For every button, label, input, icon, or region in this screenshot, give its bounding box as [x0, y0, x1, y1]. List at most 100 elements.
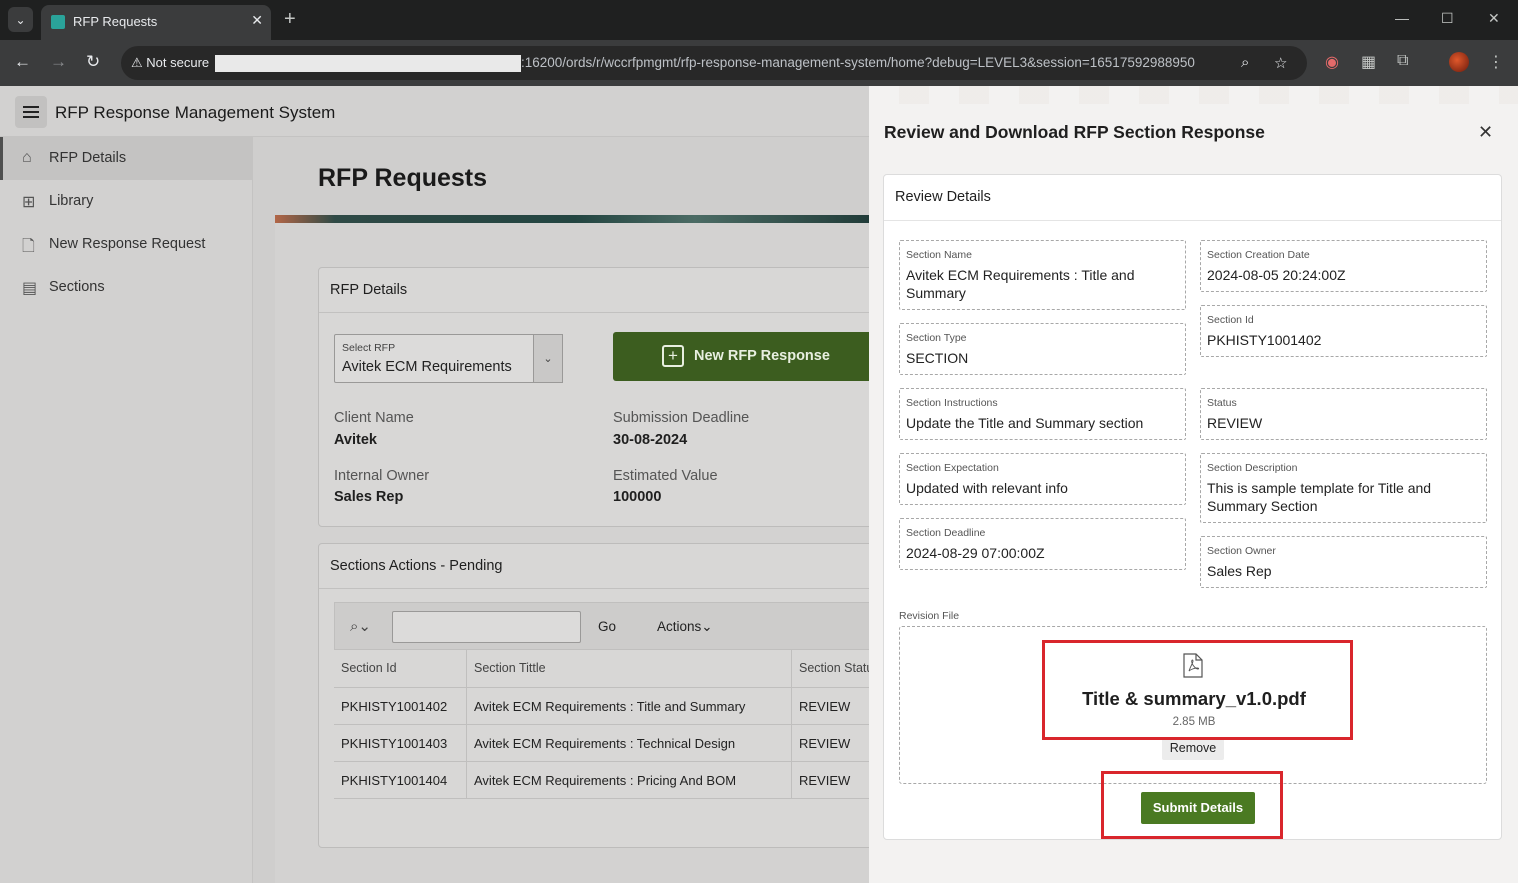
table-row[interactable]: PKHISTY1001403 Avitek ECM Requirements :… — [334, 724, 869, 762]
bookmark-star-icon[interactable]: ☆ — [1274, 54, 1287, 72]
field-label: Section Owner — [1207, 545, 1276, 557]
table-bottom-border — [334, 798, 869, 799]
browser-toolbar: ← → ↻ ⚠ Not secure :16200/ords/r/wccrfpm… — [0, 40, 1518, 86]
zoom-icon[interactable]: ⌕ — [1241, 54, 1249, 71]
field-value: Update the Title and Summary section — [906, 415, 1144, 431]
qr-code-icon[interactable]: ▦ — [1361, 52, 1376, 72]
minimize-icon[interactable]: — — [1395, 10, 1409, 26]
actions-label: Actions — [657, 619, 702, 634]
cell-section-status: REVIEW — [799, 773, 851, 788]
select-rfp-label: Select RFP — [342, 342, 396, 354]
field-label: Section Instructions — [906, 397, 998, 409]
cell-section-title: Avitek ECM Requirements : Pricing And BO… — [467, 762, 792, 799]
cell-section-title: Avitek ECM Requirements : Technical Desi… — [467, 725, 792, 762]
close-icon[interactable]: ✕ — [1478, 122, 1493, 143]
column-header[interactable]: Section Status — [792, 650, 869, 687]
field-label: Section Expectation — [906, 462, 999, 474]
close-window-icon[interactable]: ✕ — [1488, 10, 1500, 27]
not-secure-badge[interactable]: ⚠ Not secure — [131, 55, 209, 71]
not-secure-label: Not secure — [146, 55, 210, 70]
sidebar-item-new-response-request[interactable]: 🗋 New Response Request — [0, 223, 252, 266]
chevron-down-icon[interactable]: ⌄ — [533, 334, 563, 383]
cell-section-title: Avitek ECM Requirements : Title and Summ… — [467, 688, 792, 725]
actions-menu-button[interactable]: Actions⌄ — [657, 619, 713, 635]
cell-section-id: PKHISTY1001403 — [334, 725, 467, 762]
field-label: Section Deadline — [906, 527, 986, 539]
internal-owner-value: Sales Rep — [334, 489, 404, 505]
section-owner-field: Section Owner Sales Rep — [1200, 536, 1487, 588]
section-name-field: Section Name Avitek ECM Requirements : T… — [899, 240, 1186, 310]
tab-close-icon[interactable]: ✕ — [251, 12, 263, 29]
rfp-details-card: RFP Details Select RFP Avitek ECM Requir… — [318, 267, 869, 527]
browser-menu-icon[interactable]: ⋮ — [1488, 52, 1504, 72]
section-description-field: Section Description This is sample templ… — [1200, 453, 1487, 523]
field-value: Avitek ECM Requirements : Title and Summ… — [906, 267, 1135, 301]
field-label: Section Id — [1207, 314, 1254, 326]
select-rfp[interactable]: Select RFP Avitek ECM Requirements — [334, 334, 563, 383]
sidebar-item-label: Library — [49, 193, 94, 209]
divider — [884, 220, 1501, 221]
field-value: PKHISTY1001402 — [1207, 332, 1322, 348]
record-icon[interactable]: ◉ — [1325, 52, 1339, 72]
submit-highlight-box — [1101, 771, 1283, 839]
tab-search-button[interactable]: ⌄ — [8, 7, 33, 32]
new-document-icon: 🗋 — [22, 238, 35, 255]
library-icon: ⊞ — [22, 194, 36, 211]
url-text: :16200/ords/r/wccrfpmgmt/rfp-response-ma… — [521, 55, 1195, 70]
go-button[interactable]: Go — [598, 619, 616, 634]
client-name-value: Avitek — [334, 432, 377, 448]
table-row[interactable]: PKHISTY1001404 Avitek ECM Requirements :… — [334, 761, 869, 799]
sidebar-item-label: New Response Request — [49, 236, 206, 252]
plus-square-icon: + — [662, 345, 684, 367]
sidebar-item-sections[interactable]: ▤ Sections — [0, 266, 252, 309]
field-label: Status — [1207, 397, 1237, 409]
cell-section-id: PKHISTY1001404 — [334, 762, 467, 799]
profile-avatar[interactable] — [1449, 52, 1469, 72]
browser-tab-bar: ⌄ RFP Requests ✕ + — ☐ ✕ — [0, 0, 1518, 40]
field-value: 2024-08-29 07:00:00Z — [906, 545, 1045, 561]
submission-deadline-value: 30-08-2024 — [613, 432, 688, 448]
sidebar-item-rfp-details[interactable]: ⌂ RFP Details — [0, 137, 252, 180]
table-row[interactable]: PKHISTY1001402 Avitek ECM Requirements :… — [334, 687, 869, 725]
internal-owner-label: Internal Owner — [334, 468, 430, 484]
sidebar-item-library[interactable]: ⊞ Library — [0, 180, 252, 223]
new-tab-icon[interactable]: + — [284, 8, 296, 31]
back-icon[interactable]: ← — [14, 52, 31, 72]
sidebar: ⌂ RFP Details ⊞ Library 🗋 New Response R… — [0, 137, 253, 883]
card-title: Sections Actions - Pending — [330, 558, 503, 574]
new-rfp-response-label: New RFP Response — [694, 348, 830, 364]
remove-file-button[interactable]: Remove — [1162, 737, 1224, 760]
estimated-value-label: Estimated Value — [613, 468, 718, 484]
cell-section-status: REVIEW — [799, 699, 851, 714]
review-drawer: Review and Download RFP Section Response… — [869, 86, 1518, 883]
file-highlight-box — [1042, 640, 1353, 740]
extensions-icon[interactable]: ⧉ — [1397, 52, 1408, 70]
sections-actions-card: Sections Actions - Pending ⌕⌄ Go Actions… — [318, 543, 869, 848]
select-rfp-value: Avitek ECM Requirements — [342, 359, 512, 375]
field-label: Section Creation Date — [1207, 249, 1310, 261]
search-input[interactable] — [392, 611, 581, 643]
field-value: 2024-08-05 20:24:00Z — [1207, 267, 1346, 283]
browser-tab[interactable]: RFP Requests ✕ — [41, 5, 271, 40]
estimated-value-value: 100000 — [613, 489, 662, 505]
tab-title: RFP Requests — [73, 14, 158, 29]
app-window: RFP Response Management System ⌂ RFP Det… — [0, 86, 1518, 883]
section-deadline-field: Section Deadline 2024-08-29 07:00:00Z — [899, 518, 1186, 570]
column-header[interactable]: Section Tittle — [467, 650, 792, 687]
field-label: Section Description — [1207, 462, 1298, 474]
address-bar[interactable]: ⚠ Not secure :16200/ords/r/wccrfpmgmt/rf… — [121, 46, 1307, 80]
maximize-icon[interactable]: ☐ — [1441, 10, 1454, 27]
sidebar-item-label: Sections — [49, 279, 105, 295]
report-toolbar: ⌕⌄ Go Actions⌄ — [334, 602, 869, 650]
hamburger-menu-icon[interactable] — [15, 96, 47, 128]
new-rfp-response-button[interactable]: + New RFP Response — [613, 332, 869, 381]
drawer-decoration — [869, 86, 1518, 104]
field-value: REVIEW — [1207, 415, 1263, 431]
field-label: Section Name — [906, 249, 972, 261]
search-icon[interactable]: ⌕⌄ — [350, 617, 371, 635]
submission-deadline-label: Submission Deadline — [613, 410, 750, 426]
column-header[interactable]: Section Id — [334, 650, 467, 687]
forward-icon[interactable]: → — [50, 52, 67, 72]
divider — [319, 312, 869, 313]
reload-icon[interactable]: ↻ — [86, 52, 100, 72]
